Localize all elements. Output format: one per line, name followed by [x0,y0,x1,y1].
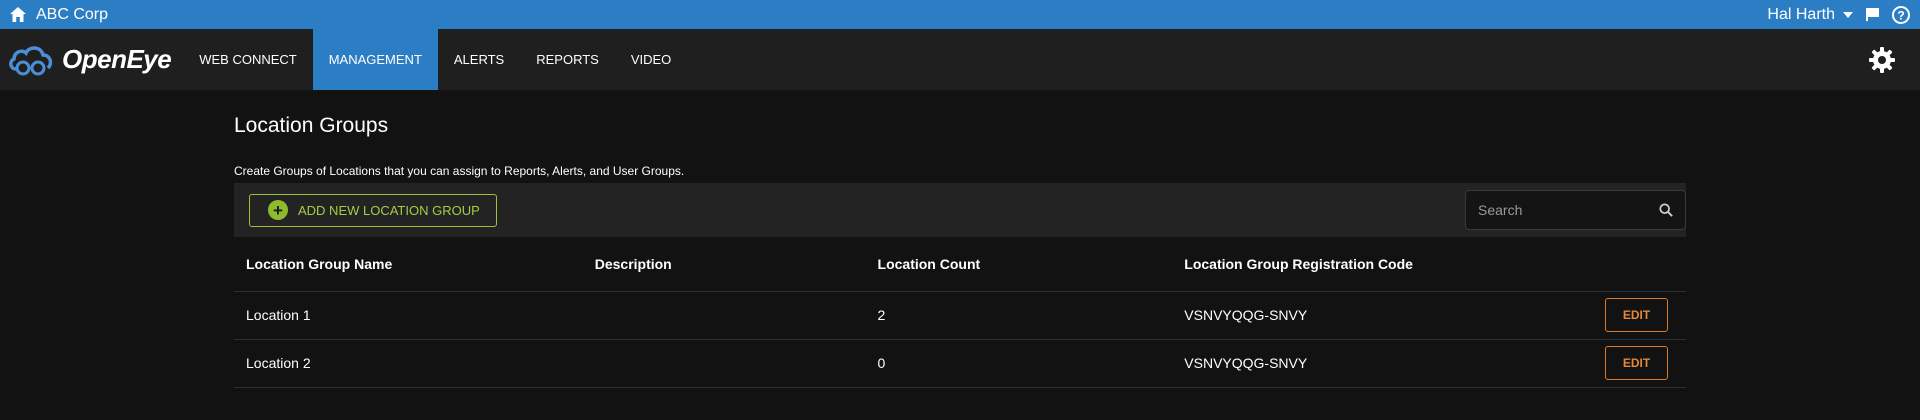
company-name: ABC Corp [36,5,109,23]
home-icon[interactable] [10,7,26,22]
row-location-count: 2 [865,291,1173,340]
row-actions: EDIT [1593,291,1686,340]
toolbar: + ADD NEW LOCATION GROUP [234,183,1686,237]
user-menu[interactable]: Hal Harth [1767,6,1853,24]
column-header-description[interactable]: Description [582,237,866,292]
row-location-count: 0 [865,339,1173,388]
main-content: Location Groups Create Groups of Locatio… [234,90,1686,388]
nav-management[interactable]: MANAGEMENT [312,29,438,90]
row-name: Location 1 [234,291,583,340]
add-location-group-button[interactable]: + ADD NEW LOCATION GROUP [249,193,497,227]
edit-button[interactable]: EDIT [1605,346,1668,380]
row-actions: EDIT [1593,339,1686,388]
gear-icon [1869,46,1895,73]
nav-video[interactable]: VIDEO [615,29,687,90]
search-icon[interactable] [1659,202,1673,218]
table-header-row: Location Group Name Description Location… [234,237,1686,292]
help-icon[interactable]: ? [1892,5,1910,24]
plus-icon: + [268,200,288,220]
main-nav: OpenEye WEB CONNECT MANAGEMENT ALERTS RE… [0,29,1920,90]
search-box [1465,190,1686,230]
top-bar: ABC Corp Hal Harth ? [0,0,1920,29]
chevron-down-icon [1843,11,1853,18]
openeye-logo-icon [9,45,53,75]
row-description [582,291,866,340]
logo-text: OpenEye [62,44,172,74]
row-registration-code: VSNVYQQG-SNVY [1172,339,1593,388]
location-groups-table: Location Group Name Description Location… [234,237,1686,388]
logo[interactable]: OpenEye [8,29,172,90]
nav-reports[interactable]: REPORTS [520,29,615,90]
add-location-group-label: ADD NEW LOCATION GROUP [298,202,480,218]
flag-icon[interactable] [1865,7,1880,22]
table-row: Location 2 0 VSNVYQQG-SNVY EDIT [234,339,1686,388]
page-description: Create Groups of Locations that you can … [234,164,685,178]
svg-text:?: ? [1897,8,1904,22]
table-row: Location 1 2 VSNVYQQG-SNVY EDIT [234,291,1686,340]
user-name: Hal Harth [1767,5,1835,23]
column-header-name[interactable]: Location Group Name [234,237,583,292]
page-title: Location Groups [234,114,389,137]
row-description [582,339,866,388]
column-header-actions [1593,237,1686,292]
nav-web-connect[interactable]: WEB CONNECT [183,29,313,90]
row-registration-code: VSNVYQQG-SNVY [1172,291,1593,340]
column-header-location-count[interactable]: Location Count [865,237,1173,292]
search-input[interactable] [1478,202,1659,218]
settings-button[interactable] [1868,29,1920,90]
column-header-registration-code[interactable]: Location Group Registration Code [1172,237,1593,292]
nav-alerts[interactable]: ALERTS [438,29,520,90]
row-name: Location 2 [234,339,583,388]
edit-button[interactable]: EDIT [1605,298,1668,332]
